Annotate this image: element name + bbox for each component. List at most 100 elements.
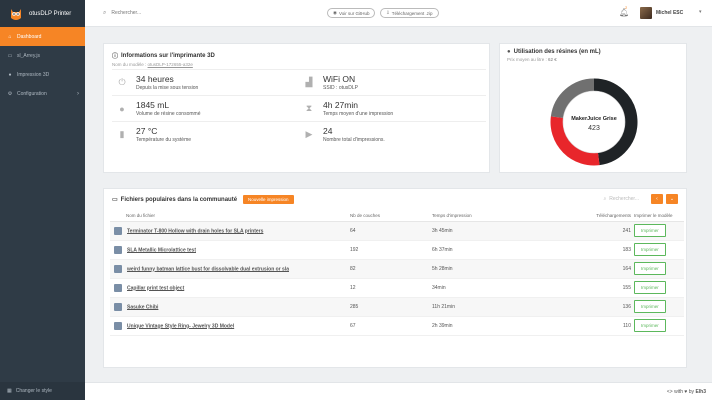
grid-icon: ▦: [7, 388, 12, 394]
print-button[interactable]: Imprimer: [634, 243, 666, 256]
drop-icon: ●: [119, 103, 125, 114]
printer-stats-grid: ⏻ 34 heures Depuis la mise sous tension ▟…: [112, 69, 486, 147]
print-cell: Imprimer: [634, 221, 684, 241]
sidebar-item-dashboard[interactable]: ⌂ Dashboard: [0, 27, 85, 46]
thermometer-icon: ▮: [119, 129, 125, 139]
github-button[interactable]: ◉ Voir sur GitHub: [327, 8, 376, 18]
github-button-label: Voir sur GitHub: [338, 10, 370, 16]
downloads-cell: 136: [572, 297, 634, 317]
file-name-cell: Sasuke Chibi: [110, 297, 350, 317]
stat-uptime: ⏻ 34 heures Depuis la mise sous tension: [112, 70, 299, 95]
table-row: Terminator T-800 Hollow with drain holes…: [110, 221, 684, 241]
sidebar-item-sl-arrey[interactable]: ▭ sl_Arrey.js: [0, 46, 85, 65]
next-page-button[interactable]: ⌄: [666, 194, 678, 204]
print-cell: Imprimer: [634, 316, 684, 336]
change-style-button[interactable]: ▦ Changer le style: [0, 382, 85, 400]
file-name-link[interactable]: weird funny batman lattice bust for diss…: [127, 266, 289, 272]
print-time-cell: 3h 45min: [432, 221, 572, 241]
print-cell: Imprimer: [634, 240, 684, 260]
table-header-row: Nom du fichier Nb de couches Temps d'imp…: [110, 210, 684, 222]
file-name-cell: Terminator T-800 Hollow with drain holes…: [110, 221, 350, 241]
file-thumbnail-icon: [114, 264, 122, 273]
owl-logo-icon: [11, 8, 21, 20]
file-name-link[interactable]: SLA Metallic Microlattice test: [127, 247, 196, 253]
info-icon: ⓘ: [112, 54, 119, 60]
print-button[interactable]: Imprimer: [634, 300, 666, 313]
brand[interactable]: otusDLP Printer: [0, 0, 85, 27]
username[interactable]: Michel ESC: [656, 10, 683, 16]
file-name-link[interactable]: Terminator T-800 Hollow with drain holes…: [127, 228, 263, 234]
donut-center-value: 423: [588, 125, 600, 132]
sidebar: otusDLP Printer ⌂ Dashboard ▭ sl_Arrey.j…: [0, 0, 85, 400]
col-file-name[interactable]: Nom du fichier: [110, 210, 350, 222]
footer: <> with ♥ by Elh3: [85, 382, 712, 400]
files-search[interactable]: ⌕ Rechercher...: [603, 196, 639, 202]
stat-temperature: ▮ 27 °C Température du système: [112, 122, 299, 147]
downloads-cell: 183: [572, 240, 634, 260]
print-button[interactable]: Imprimer: [634, 319, 666, 332]
print-cell: Imprimer: [634, 259, 684, 279]
power-icon: ⏻: [118, 77, 126, 87]
table-row: Capillar print test object 12 34min 155 Impr…: [110, 278, 684, 298]
file-thumbnail-icon: [114, 283, 122, 292]
chevron-down-icon[interactable]: ▾: [699, 9, 702, 15]
file-name-link[interactable]: Unique Vintage Style Ring- Jewelry 3D Mo…: [127, 323, 234, 329]
file-name-link[interactable]: Sasuke Chibi: [127, 304, 158, 310]
new-print-button[interactable]: Nouvelle impression: [243, 195, 294, 204]
avatar[interactable]: [640, 7, 652, 19]
print-button[interactable]: Imprimer: [634, 224, 666, 237]
files-table: Nom du fichier Nb de couches Temps d'imp…: [110, 210, 684, 336]
sidebar-item-impression-3d[interactable]: ● Impression 3D: [0, 65, 85, 84]
stat-avg-print-time: ⧗ 4h 27min Temps moyen d'une impression: [299, 96, 486, 121]
search-icon: ⌕: [103, 9, 107, 16]
download-zip-button[interactable]: ⇩ Téléchargement .zip: [380, 8, 439, 18]
file-name-cell: SLA Metallic Microlattice test: [110, 240, 350, 260]
gear-icon: ⚙: [7, 90, 13, 97]
search-bar[interactable]: ⌕: [103, 10, 303, 17]
print-button[interactable]: Imprimer: [634, 281, 666, 294]
downloads-cell: 110: [572, 316, 634, 336]
file-icon: ▭: [7, 52, 13, 59]
sidebar-item-label: Configuration: [17, 90, 47, 97]
stat-wifi: ▟ WiFi ON SSID : otusDLP: [299, 70, 486, 95]
notification-bell-icon[interactable]: 🔔︎ 2: [619, 5, 629, 17]
search-input[interactable]: [111, 10, 262, 16]
layers-cell: 285: [350, 297, 432, 317]
sidebar-item-label: sl_Arrey.js: [17, 52, 40, 59]
table-row: Unique Vintage Style Ring- Jewelry 3D Mo…: [110, 316, 684, 336]
footer-credits: <> with ♥ by Elh3: [666, 389, 706, 395]
sidebar-item-configuration[interactable]: ⚙ Configuration ›: [0, 84, 85, 103]
resin-donut-chart[interactable]: MakerJuice Grise 423: [500, 64, 688, 174]
prev-page-button[interactable]: ‹: [651, 194, 663, 204]
files-search-placeholder: Rechercher...: [609, 196, 639, 202]
layers-cell: 82: [350, 259, 432, 279]
col-layers[interactable]: Nb de couches: [350, 210, 432, 222]
sidebar-nav: ⌂ Dashboard ▭ sl_Arrey.js ● Impression 3…: [0, 27, 85, 103]
chevron-down-icon: ⌄: [669, 196, 675, 202]
print-button[interactable]: Imprimer: [634, 262, 666, 275]
footer-author[interactable]: Elh3: [695, 389, 706, 395]
downloads-cell: 241: [572, 221, 634, 241]
print-time-cell: 2h 39min: [432, 316, 572, 336]
drop-icon: ●: [8, 71, 12, 78]
hourglass-icon: ⧗: [305, 103, 313, 113]
model-name-link[interactable]: otusDLP-172655-a32e: [148, 62, 193, 67]
file-name-link[interactable]: Capillar print test object: [127, 285, 184, 291]
resin-usage-card: ● Utilisation des résines (en mL) Prix m…: [499, 43, 687, 173]
print-time-cell: 5h 28min: [432, 259, 572, 279]
print-time-cell: 6h 37min: [432, 240, 572, 260]
donut-center-label: MakerJuice Grise: [571, 116, 617, 122]
file-name-cell: weird funny batman lattice bust for diss…: [110, 259, 350, 279]
signal-icon: ▟: [305, 77, 313, 87]
col-print-time[interactable]: Temps d'impression: [432, 210, 572, 222]
layers-cell: 64: [350, 221, 432, 241]
sidebar-item-label: Dashboard: [17, 33, 42, 40]
stat-resin-volume: ● 1845 mL Volume de résine consommé: [112, 96, 299, 121]
col-downloads[interactable]: Téléchargements: [572, 210, 634, 222]
donut-center: [562, 90, 626, 154]
printer-info-card: ⓘ Informations sur l'imprimante 3D Nom d…: [103, 43, 490, 173]
download-button-label: Téléchargement .zip: [391, 10, 433, 16]
search-icon: ⌕: [603, 196, 607, 202]
stat-total-prints: ▶ 24 Nombre total d'impressions.: [299, 122, 486, 147]
model-name-line: Nom du modèle : otusDLP-172655-a32e: [112, 62, 193, 67]
